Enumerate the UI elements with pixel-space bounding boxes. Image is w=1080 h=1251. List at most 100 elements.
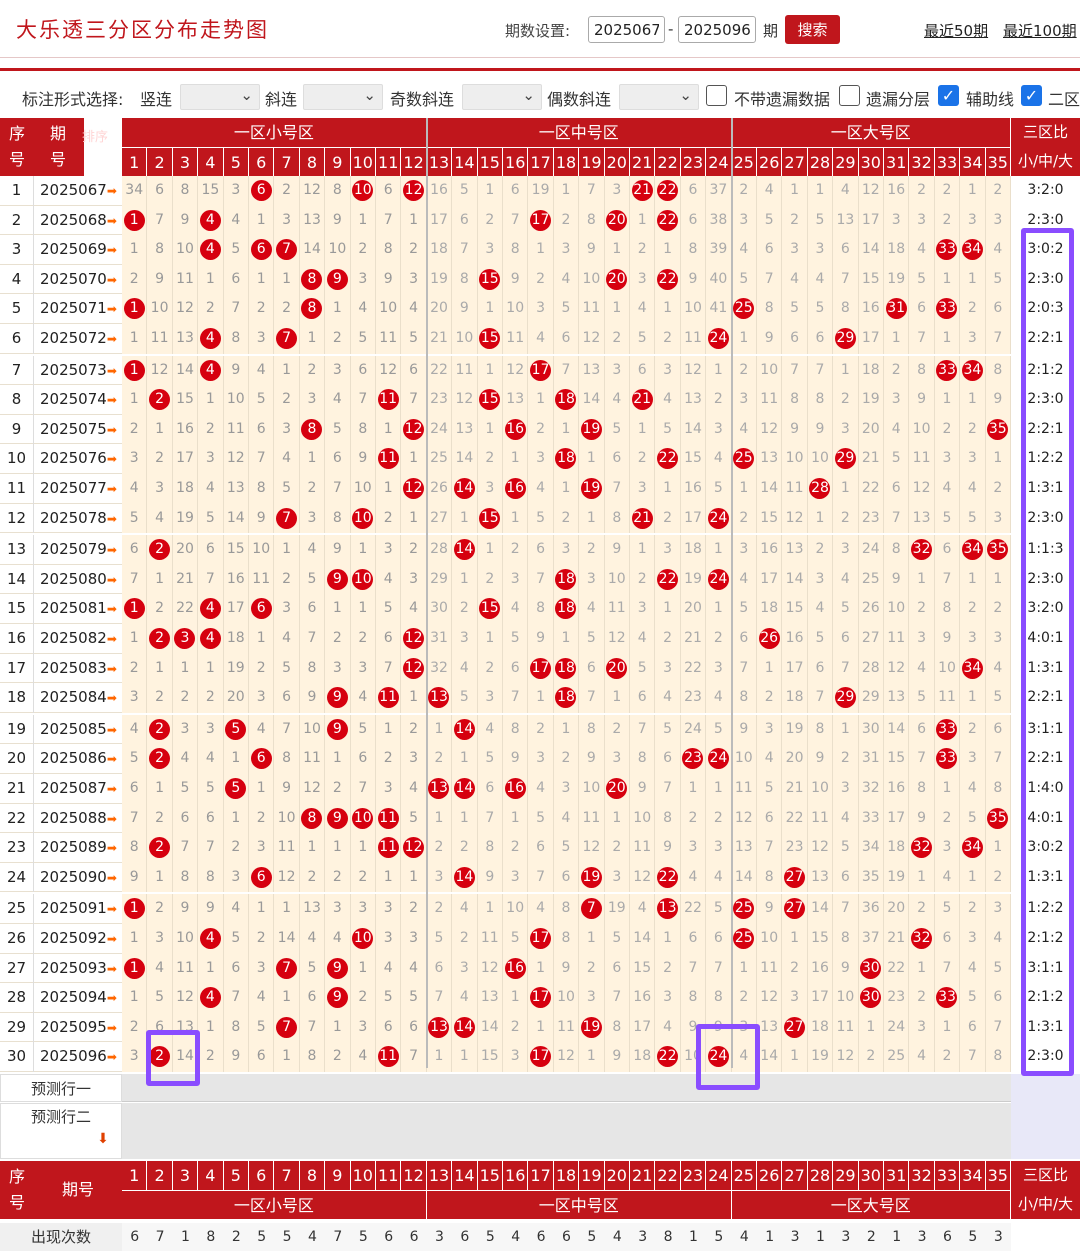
table-cell: 14 <box>274 924 300 954</box>
table-cell: 3 <box>985 503 1011 534</box>
drawn-number-ball: 34 <box>961 837 983 859</box>
missing-layer-checkbox[interactable] <box>839 85 860 106</box>
row-period: 2025091➡ <box>40 894 117 924</box>
table-cell: 13 <box>477 983 503 1013</box>
sort-button[interactable]: 排序 <box>80 130 110 160</box>
period-start-input[interactable] <box>588 16 665 43</box>
period-text: 2025078 <box>40 508 107 527</box>
table-cell: 2 <box>223 833 249 863</box>
recent-50-link[interactable]: 最近50期 <box>924 20 988 41</box>
table-cell: 1 <box>325 833 351 863</box>
table-cell: 4 <box>528 894 554 924</box>
table-cell: 22 <box>655 1042 681 1072</box>
recent-100-link[interactable]: 最近100期 <box>1003 20 1077 41</box>
count-cell: 6 <box>376 1223 402 1251</box>
table-cell: 33 <box>934 355 961 386</box>
drawn-number-ball: 22 <box>657 866 679 888</box>
zone-divider <box>730 118 733 1068</box>
number-header: 5 <box>223 147 249 176</box>
vertical-select[interactable]: ⌄ <box>180 84 260 110</box>
drawn-number-ball: 35 <box>987 418 1009 440</box>
table-cell: 3 <box>172 714 199 745</box>
predict-row-1[interactable] <box>122 1074 1011 1102</box>
diagonal-select[interactable]: ⌄ <box>303 84 383 110</box>
zone2-checkbox[interactable]: ✓ <box>1021 85 1042 106</box>
table-cell: 3 <box>553 774 580 804</box>
table-cell: 1 <box>401 862 427 893</box>
table-cell: 26 <box>757 624 783 654</box>
table-cell: 13 <box>299 894 326 924</box>
predict-row-2[interactable] <box>122 1103 1011 1159</box>
table-cell: 8 <box>274 744 300 774</box>
table-cell: 2 <box>884 355 910 386</box>
table-cell: 2 <box>249 653 275 684</box>
table-cell: 5 <box>376 983 402 1013</box>
no-missing-checkbox[interactable] <box>706 85 727 106</box>
table-cell: 1 <box>223 744 249 774</box>
table-cell: 1 <box>528 385 554 415</box>
table-cell: 13 <box>299 205 326 236</box>
table-cell: 5 <box>426 924 453 954</box>
odd-diagonal-select[interactable]: ⌄ <box>462 84 542 110</box>
period-text: 2025086 <box>40 749 107 768</box>
table-cell: 9 <box>579 744 605 774</box>
table-cell: 3 <box>376 535 402 565</box>
table-cell: 8 <box>477 833 503 863</box>
table-cell: 2 <box>147 535 173 565</box>
table-cell: 3 <box>909 1012 935 1043</box>
table-cell: 7 <box>985 324 1011 354</box>
arrow-right-icon: ➡ <box>106 1050 117 1065</box>
drawn-number-ball: 27 <box>784 898 806 920</box>
period-end-input[interactable] <box>678 16 756 43</box>
table-cell: 7 <box>376 205 402 236</box>
table-cell: 22 <box>655 264 681 295</box>
aux-line-checkbox[interactable]: ✓ <box>938 85 959 106</box>
table-cell: 32 <box>909 535 935 565</box>
table-cell: 1 <box>680 774 707 804</box>
table-cell: 35 <box>985 414 1011 445</box>
table-cell: 3 <box>122 683 148 713</box>
table-cell: 4 <box>655 385 681 415</box>
table-cell: 1 <box>985 444 1011 474</box>
table-cell: 7 <box>147 205 173 236</box>
table-cell: 4 <box>376 564 402 595</box>
count-cell: 3 <box>833 1223 859 1251</box>
table-cell: 9 <box>122 862 148 893</box>
drawn-number-ball: 13 <box>428 1016 450 1038</box>
table-cell: 7 <box>985 744 1011 774</box>
drawn-number-ball: 4 <box>199 328 221 349</box>
table-cell: 22 <box>426 355 453 386</box>
number-header: 30 <box>858 147 884 176</box>
table-cell: 9 <box>884 564 910 595</box>
table-cell: 4 <box>731 235 757 265</box>
number-header: 1 <box>122 147 148 176</box>
drawn-number-ball: 17 <box>530 359 552 381</box>
row-period: 2025084➡ <box>40 683 117 713</box>
table-cell: 41 <box>706 294 732 324</box>
table-cell: 1 <box>579 444 605 474</box>
table-cell: 4 <box>630 894 656 924</box>
table-cell: 1 <box>960 564 986 595</box>
drawn-number-ball: 20 <box>606 209 628 231</box>
table-cell: 9 <box>299 683 326 713</box>
table-cell: 6 <box>325 444 351 474</box>
row-seq: 23 <box>0 833 34 863</box>
search-button[interactable]: 搜索 <box>785 15 840 44</box>
table-cell: 9 <box>223 1042 249 1072</box>
row-seq: 15 <box>0 594 34 624</box>
table-cell: 2 <box>350 862 376 893</box>
table-cell: 2 <box>325 1042 351 1072</box>
table-cell: 3 <box>376 894 402 924</box>
even-diagonal-select[interactable]: ⌄ <box>619 84 699 110</box>
table-cell: 4 <box>198 924 224 954</box>
number-header: 3 <box>172 147 199 176</box>
table-cell: 9 <box>477 862 503 893</box>
period-text: 2025091 <box>40 899 107 918</box>
table-cell: 8 <box>680 235 707 265</box>
table-cell: 18 <box>172 474 199 504</box>
table-cell: 25 <box>731 924 757 954</box>
number-header: 24 <box>706 147 732 176</box>
table-cell: 2 <box>985 594 1011 624</box>
period-text: 2025076 <box>40 449 107 468</box>
table-cell: 3 <box>325 894 351 924</box>
